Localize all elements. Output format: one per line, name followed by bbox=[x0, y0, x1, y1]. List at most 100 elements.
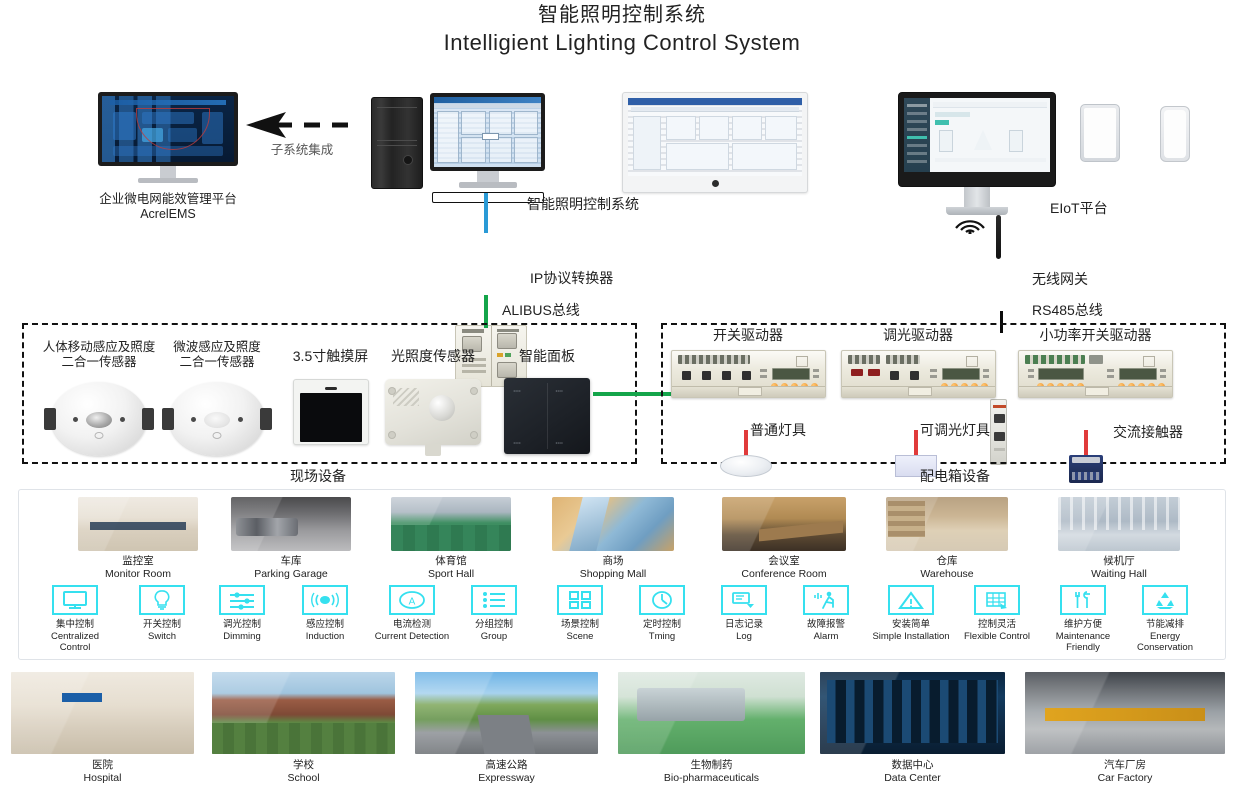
eiot-imac-icon bbox=[898, 92, 1056, 187]
switch-driver-icon bbox=[670, 350, 826, 398]
field-device-pir-sensor: 人体移动感应及照度 二合一传感器 bbox=[40, 340, 158, 456]
feature-scene-control[interactable]: 场景控制 Scene bbox=[549, 585, 611, 642]
industry-label-en: Data Center bbox=[884, 771, 941, 784]
feature-label-en: Current Detection bbox=[374, 630, 450, 642]
eiot-label: EIoT平台 bbox=[1050, 200, 1108, 216]
feature-flexible-control[interactable]: 控制灵活 Flexible Control bbox=[957, 585, 1037, 642]
conference-room-photo bbox=[722, 497, 846, 551]
industry-item: 高速公路 Expressway bbox=[415, 672, 598, 784]
feature-label-en: Dimming bbox=[223, 630, 261, 642]
clock-icon bbox=[639, 585, 685, 615]
feature-centralized-control[interactable]: 集中控制 Centralized Control bbox=[44, 585, 106, 654]
panel-device-switch-driver: 开关驱动器 bbox=[668, 327, 828, 477]
panel-device-dimming-driver: 调光驱动器 bbox=[838, 327, 998, 477]
industry-item: 数据中心 Data Center bbox=[820, 672, 1005, 784]
scenario-label-cn: 仓库 bbox=[936, 555, 958, 567]
eiot-tablet-icon bbox=[1080, 104, 1120, 162]
school-photo bbox=[212, 672, 395, 754]
microwave-lens-icon bbox=[204, 412, 230, 428]
feature-label-cn: 维护方便 bbox=[1063, 619, 1102, 630]
feature-label-cn: 集中控制 bbox=[55, 619, 94, 630]
tablet-screen bbox=[1084, 108, 1116, 158]
feature-dimming-control[interactable]: 调光控制 Dimming bbox=[211, 585, 273, 642]
industry-label-en: School bbox=[287, 771, 320, 784]
feature-log[interactable]: 日志记录 Log bbox=[713, 585, 775, 642]
wall-display-icon bbox=[622, 92, 808, 193]
feature-label-en: Alarm bbox=[813, 630, 839, 642]
scenario-item: 体育馆 Sport Hall bbox=[391, 497, 511, 580]
page-title: 智能照明控制系统 Intelligient Lighting Control S… bbox=[0, 2, 1244, 58]
feature-current-detection[interactable]: A 电流检测 Current Detection bbox=[374, 585, 450, 642]
panel-device-low-power-switch-driver: 小功率开关驱动器 bbox=[1008, 327, 1183, 483]
rs485-label: RS485总线 bbox=[1032, 302, 1103, 318]
subsystem-integration-label: 子系统集成 bbox=[270, 143, 334, 157]
lighting-control-workstation bbox=[430, 93, 545, 203]
feature-group-control[interactable]: 分组控制 Group bbox=[463, 585, 525, 642]
feature-label-en: Switch bbox=[148, 630, 176, 642]
pir-lens-icon bbox=[86, 412, 112, 428]
feature-induction-control[interactable]: 感应控制 Induction bbox=[294, 585, 356, 642]
round-lamp-icon bbox=[720, 455, 772, 477]
field-device-label: 3.5寸触摸屏 bbox=[292, 348, 369, 364]
industry-label-cn: 学校 bbox=[293, 759, 314, 771]
acrelems-platform: 企业微电网能效管理平台 AcrelEMS bbox=[98, 92, 238, 222]
wifi-signal-icon bbox=[955, 220, 985, 234]
table-arrow-icon bbox=[974, 585, 1020, 615]
feature-switch-control[interactable]: 开关控制 Switch bbox=[131, 585, 193, 642]
acrelems-screen bbox=[102, 96, 234, 162]
feature-timing-control[interactable]: 定时控制 Tming bbox=[631, 585, 693, 642]
feature-label-cn: 分组控制 bbox=[474, 619, 513, 630]
industry-item: 医院 Hospital bbox=[11, 672, 194, 784]
industry-label-en: Expressway bbox=[478, 771, 535, 784]
feature-maintenance-friendly[interactable]: 维护方便 Maintenance Friendly bbox=[1047, 585, 1119, 654]
feature-simple-installation[interactable]: 安装简单 Simple Installation bbox=[862, 585, 960, 642]
acrelems-label-cn: 企业微电网能效管理平台 bbox=[99, 192, 237, 206]
feature-label-cn: 电流检测 bbox=[392, 619, 431, 630]
scenario-item: 商场 Shopping Mall bbox=[552, 497, 674, 580]
page-title-cn: 智能照明控制系统 bbox=[538, 4, 706, 26]
feature-label-cn: 开关控制 bbox=[142, 619, 181, 630]
feature-label-en: Induction bbox=[305, 630, 345, 642]
feature-label-cn: 定时控制 bbox=[642, 619, 681, 630]
feature-label-en: Maintenance Friendly bbox=[1055, 630, 1111, 654]
feature-label-en: Group bbox=[480, 630, 508, 642]
feature-energy-conservation[interactable]: 节能减排 Energy Conservation bbox=[1130, 585, 1200, 654]
sport-hall-photo bbox=[391, 497, 511, 551]
industry-label-cn: 高速公路 bbox=[485, 759, 528, 771]
grid-blocks-icon bbox=[557, 585, 603, 615]
scenario-label-en: Shopping Mall bbox=[579, 567, 647, 580]
feature-label-cn: 调光控制 bbox=[222, 619, 261, 630]
field-device-illuminance-sensor: 光照度传感器 bbox=[378, 348, 488, 456]
ip-converter-label: IP协议转换器 bbox=[530, 270, 614, 286]
scenario-label-en: Conference Room bbox=[741, 567, 827, 580]
field-device-label-2: 二合一传感器 bbox=[179, 355, 255, 369]
feature-label-en: Energy Conservation bbox=[1137, 630, 1193, 654]
feature-label-en: Tming bbox=[648, 630, 676, 642]
parking-garage-photo bbox=[231, 497, 351, 551]
feature-label-en: Log bbox=[736, 630, 752, 642]
touch-screen-display[interactable] bbox=[299, 393, 362, 442]
phone-screen bbox=[1164, 110, 1186, 158]
feature-label-en: Simple Installation bbox=[872, 630, 950, 642]
scenario-label-en: Sport Hall bbox=[427, 567, 475, 580]
scenario-label-en: Parking Garage bbox=[254, 567, 328, 580]
microwave-illuminance-sensor-icon bbox=[162, 382, 272, 456]
feature-label-en: Flexible Control bbox=[964, 630, 1030, 642]
low-power-driver-load-link bbox=[1084, 430, 1088, 456]
monitor-stand bbox=[160, 166, 176, 178]
industry-item: 生物制药 Bio-pharmaceuticals bbox=[618, 672, 805, 784]
scenario-label-en: Monitor Room bbox=[105, 567, 171, 580]
field-device-label: 智能面板 bbox=[519, 348, 575, 364]
switch-driver-load-link bbox=[744, 430, 748, 456]
feature-label-cn: 场景控制 bbox=[560, 619, 599, 630]
car-factory-photo bbox=[1025, 672, 1225, 754]
feature-alarm[interactable]: 故障报警 Alarm bbox=[795, 585, 857, 642]
illuminance-sensor-icon bbox=[385, 379, 481, 456]
svg-text:A: A bbox=[409, 597, 416, 608]
pir-illuminance-sensor-icon bbox=[44, 382, 154, 456]
scenario-item: 仓库 Warehouse bbox=[886, 497, 1008, 580]
industry-label-en: Bio-pharmaceuticals bbox=[663, 771, 760, 784]
tools-icon bbox=[1060, 585, 1106, 615]
field-device-smart-panel: 智能面板 •••• •••• •••• •••• bbox=[497, 348, 597, 454]
acrelems-label-en: AcrelEMS bbox=[140, 207, 196, 221]
